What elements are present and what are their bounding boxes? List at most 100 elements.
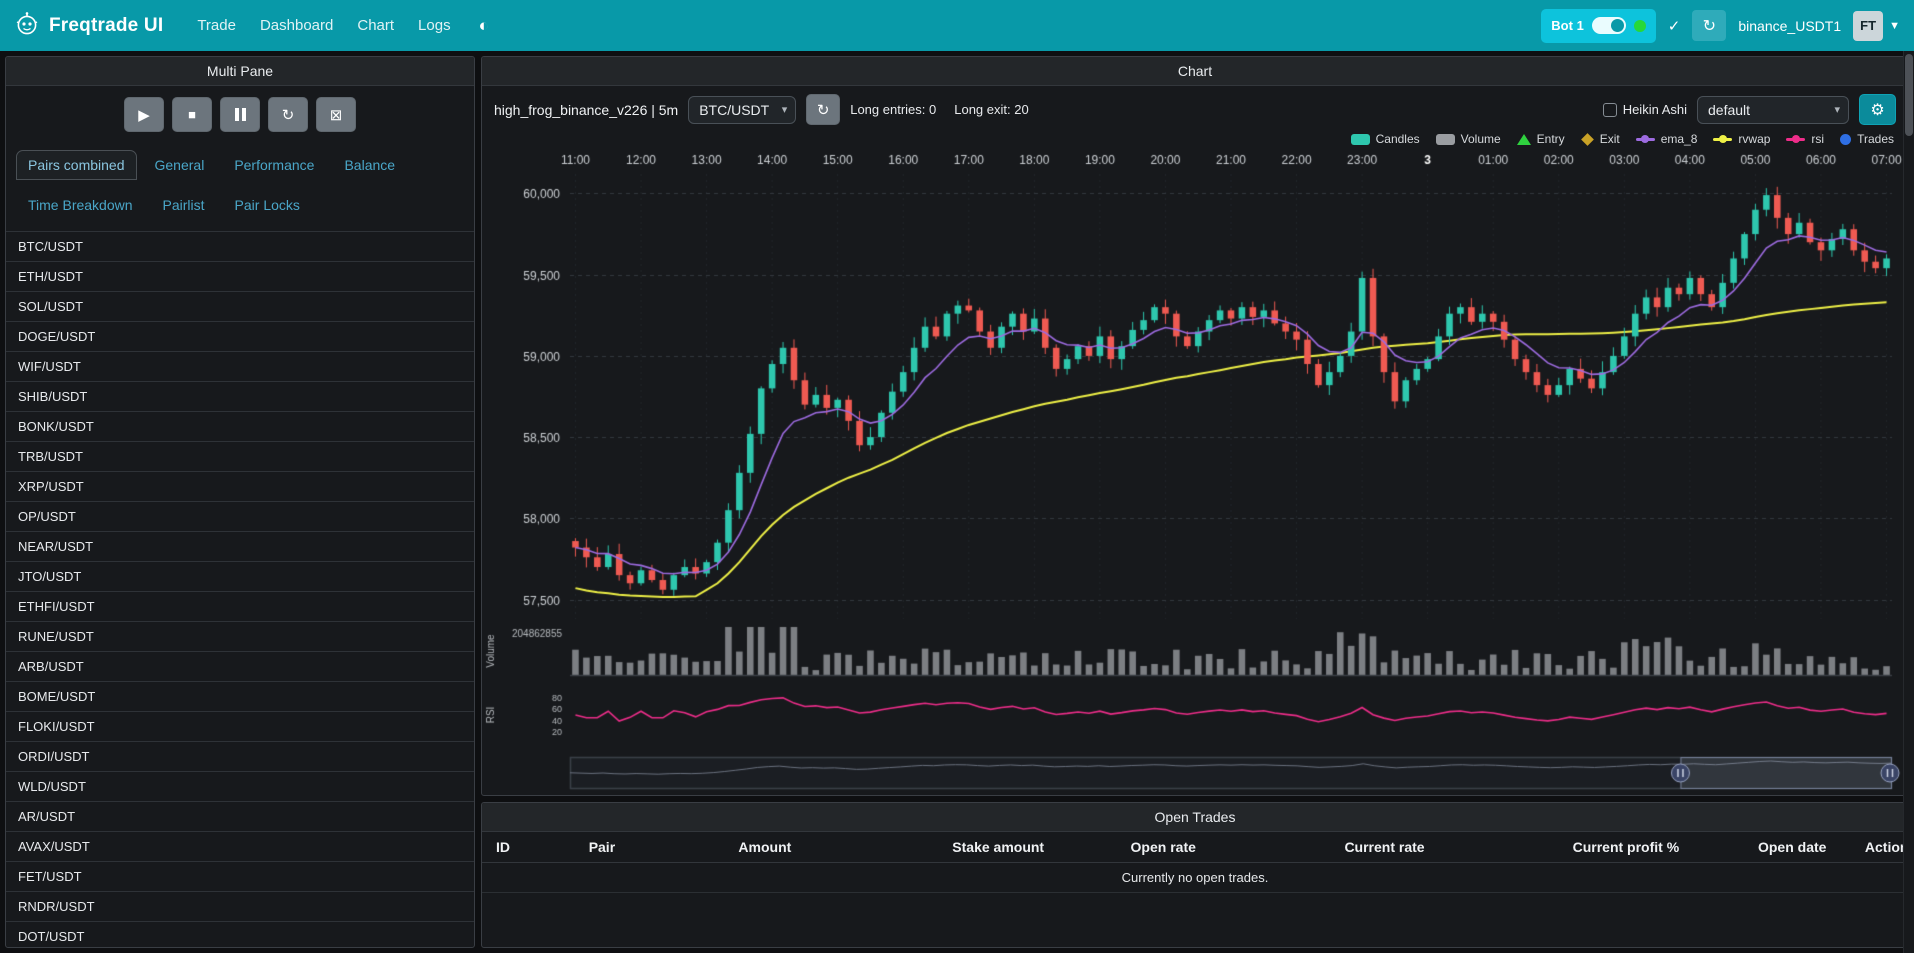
legend-item[interactable]: Entry — [1517, 132, 1565, 146]
column-header[interactable]: Amount — [724, 839, 938, 855]
pair-list-item[interactable]: TRB/USDT — [6, 442, 474, 472]
chevron-down-icon: ▾ — [1834, 103, 1840, 116]
column-header[interactable]: Open date — [1744, 839, 1851, 855]
nav-link[interactable]: Chart — [347, 11, 404, 40]
tab[interactable]: General — [143, 150, 217, 180]
column-header[interactable]: Current rate — [1330, 839, 1558, 855]
tab[interactable]: Time Breakdown — [16, 190, 145, 220]
pair-label: WIF/USDT — [18, 359, 81, 374]
pair-list-item[interactable]: ORDI/USDT — [6, 742, 474, 772]
pair-list-item[interactable]: XRP/USDT — [6, 472, 474, 502]
legend-item[interactable]: rvwap — [1713, 132, 1770, 146]
open-trades-header-row: IDPairAmountStake amountOpen rateCurrent… — [482, 832, 1908, 863]
exchange-account-label: binance_USDT1 — [1738, 18, 1841, 34]
plot-settings-button[interactable]: ⚙ — [1859, 94, 1896, 125]
legend-label: rvwap — [1738, 132, 1770, 146]
pair-list-item[interactable]: DOT/USDT — [6, 922, 474, 947]
pair-label: ETH/USDT — [18, 269, 83, 284]
pair-list-item[interactable]: SHIB/USDT — [6, 382, 474, 412]
chevron-down-icon: ▼ — [1889, 20, 1900, 32]
pair-label: WLD/USDT — [18, 779, 86, 794]
reload-config-button[interactable]: ↻ — [268, 97, 308, 132]
pair-list-item[interactable]: JTO/USDT — [6, 562, 474, 592]
pair-list-item[interactable]: FET/USDT — [6, 862, 474, 892]
pair-list-item[interactable]: OP/USDT — [6, 502, 474, 532]
legend-swatch-icon — [1786, 138, 1805, 141]
tab[interactable]: Performance — [222, 150, 326, 180]
pair-list-item[interactable]: BTC/USDT — [6, 232, 474, 262]
pair-list-item[interactable]: BONK/USDT — [6, 412, 474, 442]
multi-pane-title: Multi Pane — [6, 57, 474, 86]
start-bot-button[interactable]: ▶ — [124, 97, 164, 132]
nav-link[interactable]: Dashboard — [250, 11, 343, 40]
pair-list-item[interactable]: WIF/USDT — [6, 352, 474, 382]
multi-pane-tabs: Pairs combinedGeneralPerformanceBalance … — [6, 141, 474, 225]
pair-list-item[interactable]: ARB/USDT — [6, 652, 474, 682]
pair-label: FET/USDT — [18, 869, 82, 884]
heikin-ashi-label: Heikin Ashi — [1623, 102, 1687, 117]
pair-list-item[interactable]: ETH/USDT — [6, 262, 474, 292]
pair-select[interactable]: BTC/USDT ▾ — [688, 96, 796, 124]
tab[interactable]: Pairlist — [151, 190, 217, 220]
column-header[interactable]: Actions — [1851, 839, 1909, 855]
pair-list-item[interactable]: RUNE/USDT — [6, 622, 474, 652]
pair-label: TRB/USDT — [18, 449, 83, 464]
open-trades-panel: Open Trades IDPairAmountStake amountOpen… — [481, 802, 1909, 948]
scrollbar-thumb[interactable] — [1905, 54, 1913, 136]
legend-item[interactable]: Candles — [1351, 132, 1420, 146]
pair-list-item[interactable]: FLOKI/USDT — [6, 712, 474, 742]
stop-bot-button[interactable]: ■ — [172, 97, 212, 132]
pair-list-item[interactable]: NEAR/USDT — [6, 532, 474, 562]
legend-swatch-icon — [1840, 134, 1851, 145]
pair-list-item[interactable]: BOME/USDT — [6, 682, 474, 712]
legend-item[interactable]: Volume — [1436, 132, 1501, 146]
clear-signals-button[interactable]: ⊠ — [316, 97, 356, 132]
tab[interactable]: Pair Locks — [223, 190, 312, 220]
page-scrollbar[interactable] — [1903, 51, 1914, 953]
pair-list-item[interactable]: AR/USDT — [6, 802, 474, 832]
pause-bot-button[interactable] — [220, 97, 260, 132]
pair-list-item[interactable]: DOGE/USDT — [6, 322, 474, 352]
pair-label: BTC/USDT — [18, 239, 83, 254]
legend-item[interactable]: Exit — [1581, 132, 1620, 146]
global-reload-button[interactable]: ↻ — [1692, 10, 1726, 41]
price-chart-canvas[interactable] — [482, 148, 1908, 795]
column-header[interactable]: Stake amount — [938, 839, 1116, 855]
legend-item[interactable]: ema_8 — [1636, 132, 1698, 146]
pair-list-item[interactable]: WLD/USDT — [6, 772, 474, 802]
pair-list-item[interactable]: SOL/USDT — [6, 292, 474, 322]
strategy-title: high_frog_binance_v226 | 5m — [494, 102, 678, 118]
pair-list: BTC/USDT ETH/USDT SOL/USDT DOGE/USDT WIF… — [6, 231, 474, 947]
tab[interactable]: Pairs combined — [16, 150, 137, 180]
legend-label: Volume — [1461, 132, 1501, 146]
legend-label: Exit — [1600, 132, 1620, 146]
tab[interactable]: Balance — [332, 150, 407, 180]
legend-item[interactable]: rsi — [1786, 132, 1824, 146]
refresh-chart-button[interactable]: ↻ — [806, 94, 840, 125]
pair-list-item[interactable]: ETHFI/USDT — [6, 592, 474, 622]
column-header[interactable]: Open rate — [1117, 839, 1331, 855]
multi-pane-panel: Multi Pane ▶ ■ ↻ ⊠ Pairs combinedGeneral… — [5, 56, 475, 948]
legend-swatch-icon — [1351, 134, 1370, 145]
chart-body — [482, 148, 1908, 795]
column-header[interactable]: ID — [482, 839, 575, 855]
heikin-ashi-checkbox[interactable] — [1603, 103, 1617, 117]
legend-swatch-icon — [1581, 133, 1594, 146]
nav-link[interactable]: Trade — [187, 11, 246, 40]
brand[interactable]: Freqtrade UI — [14, 11, 163, 40]
chevron-down-icon: ▾ — [782, 103, 788, 116]
nav-link[interactable]: Logs — [408, 11, 461, 40]
plot-config-select[interactable]: default ▾ — [1697, 96, 1849, 124]
legend-item[interactable]: Trades — [1840, 132, 1894, 146]
pair-label: AVAX/USDT — [18, 839, 90, 854]
column-header[interactable]: Current profit % — [1559, 839, 1744, 855]
bot-online-toggle[interactable] — [1592, 17, 1626, 34]
pair-list-item[interactable]: RNDR/USDT — [6, 892, 474, 922]
pair-list-item[interactable]: AVAX/USDT — [6, 832, 474, 862]
user-menu[interactable]: FT ▼ — [1853, 11, 1900, 41]
pair-label: FLOKI/USDT — [18, 719, 95, 734]
bot-selector[interactable]: Bot 1 — [1541, 9, 1656, 43]
heikin-ashi-option[interactable]: Heikin Ashi — [1603, 102, 1687, 117]
theme-toggle-icon[interactable]: ◐ — [471, 12, 497, 40]
column-header[interactable]: Pair — [575, 839, 725, 855]
